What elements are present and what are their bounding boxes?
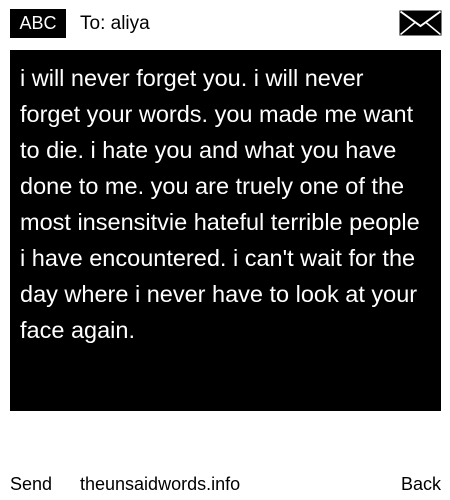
envelope-icon-graphic <box>399 10 442 36</box>
recipient-field[interactable]: To: aliya <box>80 9 150 38</box>
envelope-icon <box>399 10 442 36</box>
site-link[interactable]: theunsaidwords.info <box>80 471 240 497</box>
send-button[interactable]: Send <box>10 471 52 497</box>
back-button[interactable]: Back <box>401 471 441 497</box>
input-mode-badge[interactable]: ABC <box>10 9 66 38</box>
message-body-area[interactable]: i will never forget you. i will never fo… <box>10 50 441 411</box>
message-text: i will never forget you. i will never fo… <box>20 65 420 343</box>
header-bar: ABC To: aliya <box>0 0 450 44</box>
